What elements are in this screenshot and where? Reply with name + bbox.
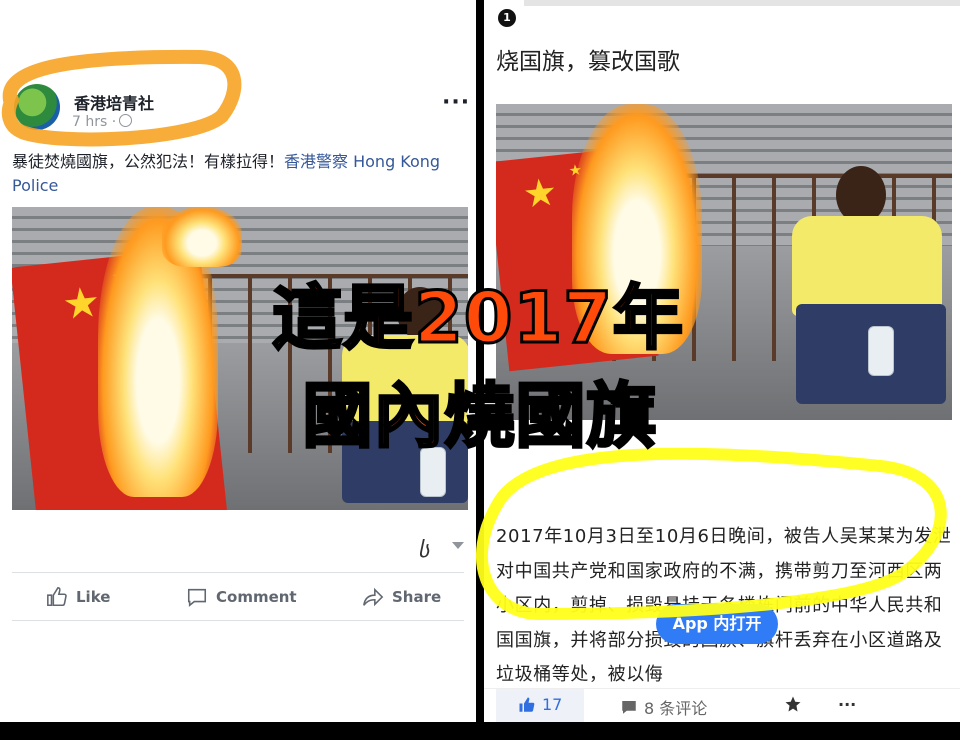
like-label: Like bbox=[76, 588, 111, 606]
post-text: 暴徒焚燒國旗，公然犯法！有樣拉得！香港警察 Hong Kong Police bbox=[12, 150, 462, 198]
like-count-button[interactable]: 17 bbox=[496, 689, 584, 722]
more-options-button[interactable]: ··· bbox=[442, 90, 470, 115]
thumbs-up-icon bbox=[519, 697, 535, 712]
poster-name[interactable]: 香港培青社 bbox=[74, 90, 154, 114]
comment-button[interactable]: Comment bbox=[186, 586, 297, 608]
like-button[interactable]: Like bbox=[46, 586, 110, 608]
reaction-glyph: ს bbox=[418, 538, 430, 563]
comment-label: Comment bbox=[216, 588, 297, 606]
page-avatar[interactable] bbox=[14, 84, 60, 130]
favorite-button[interactable] bbox=[784, 695, 802, 713]
star-icon bbox=[785, 696, 801, 712]
thumbs-up-icon bbox=[47, 587, 67, 607]
comment-icon bbox=[187, 588, 207, 607]
share-icon bbox=[363, 587, 384, 607]
like-count: 17 bbox=[542, 695, 563, 714]
overlay-caption-line1: 這是2017年 bbox=[271, 276, 685, 361]
open-in-app-button[interactable]: App 内打开 bbox=[656, 604, 778, 644]
notification-badge: 1 bbox=[498, 9, 516, 27]
post-timestamp[interactable]: 7 hrs · bbox=[72, 114, 133, 130]
share-label: Share bbox=[392, 588, 442, 606]
globe-icon bbox=[119, 114, 133, 127]
fire-graphic-2 bbox=[162, 207, 242, 267]
comments-button[interactable]: 8 条评论 bbox=[620, 695, 707, 719]
chevron-down-icon[interactable] bbox=[452, 542, 464, 549]
more-icon[interactable]: ··· bbox=[838, 695, 856, 714]
overlay-caption-line2: 國內燒國旗 bbox=[301, 374, 658, 459]
time-text: 7 hrs · bbox=[72, 114, 117, 130]
post-text-main: 暴徒焚燒國旗，公然犯法！有樣拉得！ bbox=[12, 152, 285, 171]
article-title: 烧国旗，篡改国歌 bbox=[496, 49, 680, 75]
share-button[interactable]: Share bbox=[362, 586, 441, 608]
article-stats-bar: 17 8 条评论 ··· bbox=[484, 688, 960, 722]
comment-count: 8 条评论 bbox=[644, 699, 708, 718]
divider bbox=[12, 620, 464, 621]
top-bar bbox=[524, 0, 960, 6]
comment-icon bbox=[622, 701, 636, 714]
divider bbox=[12, 572, 464, 573]
